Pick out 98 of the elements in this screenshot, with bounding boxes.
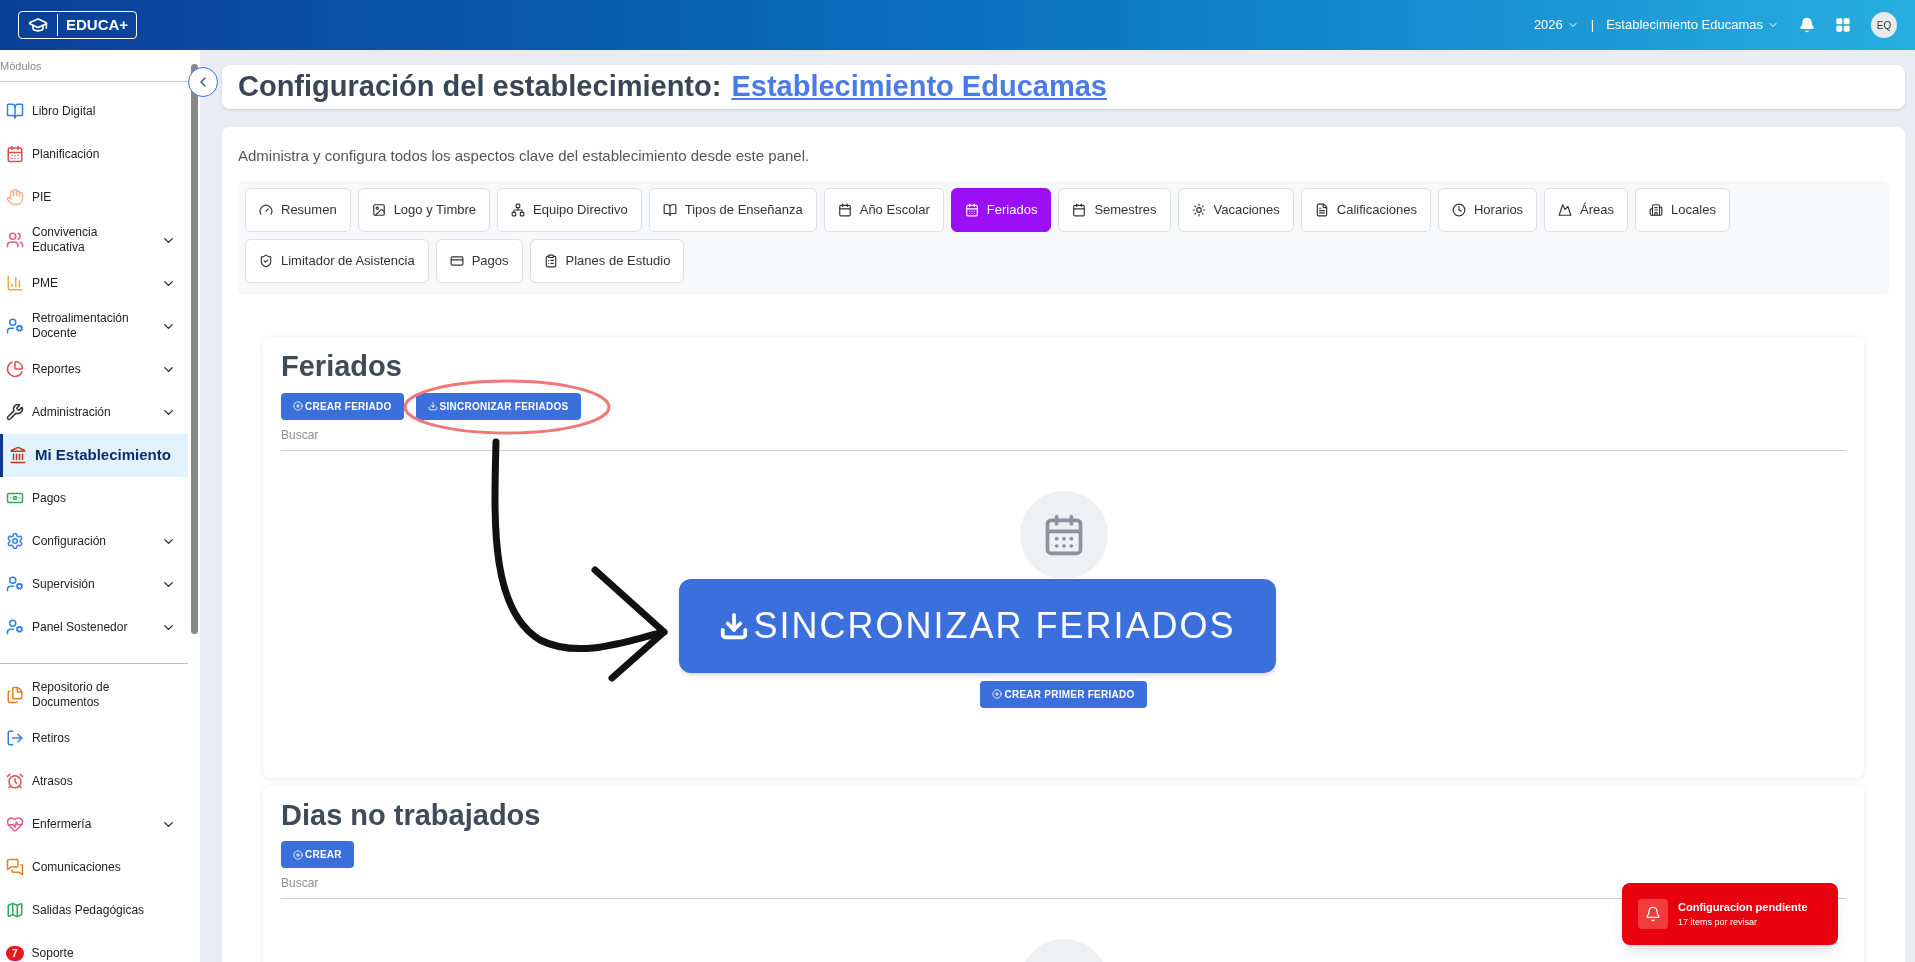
tab-icon [543,254,558,268]
apps-grid-icon[interactable] [1835,17,1851,33]
sidebar-item[interactable]: Comunicaciones [0,845,188,889]
create-button[interactable]: CREAR FERIADO [281,392,404,420]
module-icon [6,403,24,421]
module-icon [6,618,24,636]
sidebar-item[interactable]: Atrasos [0,759,188,803]
module-icon [6,729,24,747]
tab-icon [259,203,273,217]
download-icon [427,401,438,411]
tab-icon [1072,203,1087,217]
tab[interactable]: Resumen [245,188,351,232]
bell-icon [1645,906,1661,922]
plus-circle-icon [293,849,303,860]
module-icon [6,901,24,919]
module-icon [6,360,24,378]
tab-icon [1191,203,1206,217]
module-icon [6,188,24,206]
module-icon [9,446,27,464]
sidebar-item[interactable]: Reportes [0,347,188,391]
module-icon [6,274,24,292]
tab[interactable]: Pagos [435,239,523,283]
module-icon [6,145,24,163]
tab-icon [1314,203,1329,217]
sync-button-callout[interactable]: SINCRONIZAR FERIADOS [679,578,1276,673]
module-icon [6,575,24,593]
sidebar-item[interactable]: Pagos [0,476,188,520]
toast-title: Configuracion pendiente [1678,900,1808,915]
tab[interactable]: Logo y Timbre [357,188,490,232]
download-icon [719,610,750,641]
module-icon [6,772,24,790]
establishment-link[interactable]: Establecimiento Educamas [731,65,1107,109]
sidebar-item[interactable]: 7 Soporte [0,931,188,962]
sidebar-heading: Módulos [0,58,188,82]
create-first-button[interactable]: CREAR PRIMER FERIADO [980,680,1147,708]
tab-icon [837,203,852,217]
create-button[interactable]: CREAR [281,841,354,868]
toast-subtitle: 17 items por revisar [1678,915,1759,929]
tab[interactable]: Calificaciones [1300,188,1431,232]
sidebar-item[interactable]: PME [0,261,188,305]
module-icon [6,532,24,550]
scrollbar-thumb[interactable] [191,64,198,634]
sidebar-item[interactable]: PIE [0,175,188,219]
sidebar-item[interactable]: Libro Digital [0,89,188,133]
page-description: Administra y configura todos los aspectos clave del establecimiento desde este panel. [238,145,811,166]
separator: | [1590,16,1595,35]
app-logo[interactable]: EDUCA+ [18,11,138,39]
tab[interactable]: Tipos de Enseñanza [648,188,817,232]
tab[interactable]: Feriados [950,188,1052,232]
module-icon [6,317,24,335]
search-field[interactable]: Buscar [281,425,1846,451]
sidebar-item[interactable]: Panel Sostenedor [0,605,188,649]
notification-badge: 7 [6,945,24,961]
tab-icon [1649,203,1664,217]
tab-icon [259,254,273,268]
user-avatar[interactable]: EQ [1871,12,1897,38]
sidebar-item[interactable]: Administración [0,390,188,434]
page-title: Configuración del establecimiento: [238,69,722,104]
module-icon [6,686,24,704]
tab-icon [371,203,386,217]
module-icon [6,815,24,833]
tab[interactable]: Semestres [1058,188,1171,232]
sidebar-item[interactable]: Repositorio de Documentos [0,673,188,717]
tab[interactable]: Áreas [1544,188,1629,232]
sidebar-item[interactable]: Enfermería [0,802,188,846]
sidebar-item[interactable]: Retiros [0,716,188,760]
tab-icon [449,254,464,268]
graduation-cap-icon [28,15,48,35]
pending-config-toast[interactable]: Configuracion pendiente 17 items por revisar [1622,883,1838,945]
tab[interactable]: Limitador de Asistencia [245,239,429,283]
section-title: Feriados [281,349,403,384]
tab[interactable]: Equipo Directivo [497,188,642,232]
plus-circle-icon [293,401,303,411]
sidebar-item[interactable]: Convivencia Educativa [0,218,188,262]
tab-icon [1452,203,1466,217]
tab-icon [964,203,979,217]
sync-button[interactable]: SINCRONIZAR FERIADOS [415,392,581,420]
tab[interactable]: Horarios [1438,188,1538,232]
tab-icon [1558,203,1573,217]
module-icon [6,102,24,120]
sidebar-item[interactable]: Mi Establecimiento [0,433,188,477]
collapse-sidebar-button[interactable] [188,67,218,97]
tab[interactable]: Planes de Estudio [529,239,685,283]
sidebar-item[interactable]: Planificación [0,132,188,176]
plus-circle-icon [992,689,1003,699]
sidebar-item[interactable]: Supervisión [0,562,188,606]
section-title: Dias no trabajados [281,797,542,833]
module-icon [6,858,24,876]
sidebar-item[interactable]: Retroalimentación Docente [0,304,188,348]
module-icon [6,231,24,249]
tab-icon [662,203,677,217]
sidebar-item[interactable]: Salidas Pedagógicas [0,888,188,932]
tab-icon [511,203,525,217]
tab[interactable]: Vacaciones [1177,188,1294,232]
tab[interactable]: Locales [1635,188,1730,232]
tab[interactable]: Año Escolar [823,188,944,232]
sidebar-item[interactable]: Configuración [0,519,188,563]
notifications-icon[interactable] [1799,17,1815,33]
